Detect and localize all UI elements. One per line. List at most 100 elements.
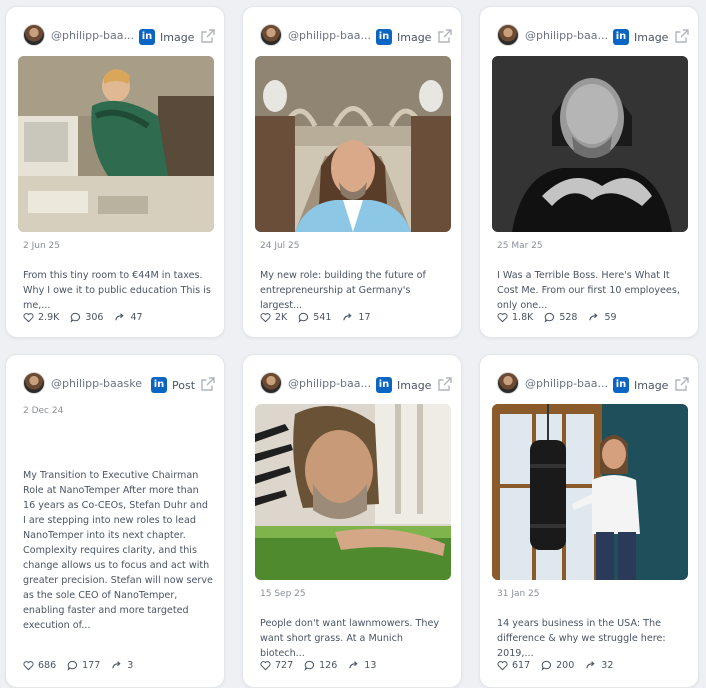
- linkedin-icon: in: [376, 29, 392, 45]
- author-handle[interactable]: @philipp-baa...: [525, 377, 613, 390]
- comment-icon: [298, 312, 309, 323]
- reposts-count: 17: [358, 312, 371, 323]
- linkedin-icon: in: [613, 377, 629, 393]
- heart-icon: [260, 661, 271, 671]
- avatar[interactable]: [260, 24, 282, 46]
- comments-stat: 200: [541, 660, 574, 671]
- post-card[interactable]: @philipp-baa... in Image 25 Mar 25 I Was…: [479, 6, 699, 338]
- post-type-label: Image: [397, 379, 432, 392]
- comment-icon: [541, 660, 552, 671]
- post-excerpt[interactable]: I Was a Terrible Boss. Here's What It Co…: [497, 268, 687, 313]
- post-image[interactable]: [255, 404, 451, 580]
- selfie-in-hall-photo: [255, 56, 451, 232]
- punching-bag-photo: [492, 404, 688, 580]
- post-card[interactable]: @philipp-baa... in Image 15 Sep 25 Peopl…: [242, 354, 462, 688]
- post-card[interactable]: @philipp-baa... in Image 31 Jan 25 14 ye…: [479, 354, 699, 688]
- post-excerpt[interactable]: My Transition to Executive Chairman Role…: [23, 468, 213, 633]
- linkedin-icon: in: [613, 29, 629, 45]
- author-handle[interactable]: @philipp-baa...: [525, 29, 613, 42]
- external-link-icon[interactable]: [674, 376, 690, 392]
- reposts-count: 32: [601, 660, 614, 671]
- comments-count: 126: [319, 660, 338, 671]
- reposts-stat: 3: [111, 660, 133, 671]
- avatar[interactable]: [23, 372, 45, 394]
- card-header: @philipp-baa... in Image: [243, 368, 461, 398]
- avatar[interactable]: [260, 372, 282, 394]
- author-handle[interactable]: @philipp-baa...: [288, 377, 376, 390]
- reposts-stat: 59: [588, 312, 617, 323]
- post-image[interactable]: [492, 404, 688, 580]
- comments-count: 200: [556, 660, 575, 671]
- post-card[interactable]: @philipp-baa... in Image 2 Jun 25 From t…: [5, 6, 225, 338]
- avatar[interactable]: [497, 372, 519, 394]
- likes-stat: 727: [260, 660, 293, 671]
- post-stats: 2.9K 306 47: [23, 312, 154, 323]
- post-stats: 617 200 32: [497, 660, 624, 671]
- avatar[interactable]: [23, 24, 45, 46]
- repost-icon: [589, 313, 599, 321]
- heart-icon: [260, 313, 271, 323]
- post-stats: 727 126 13: [260, 660, 387, 671]
- post-date: 15 Sep 25: [260, 589, 306, 599]
- post-type-label: Image: [634, 379, 669, 392]
- reposts-count: 13: [364, 660, 377, 671]
- likes-count: 2K: [275, 312, 288, 323]
- comment-icon: [544, 312, 555, 323]
- card-header: @philipp-baa... in Image: [480, 368, 698, 398]
- heart-icon: [497, 313, 508, 323]
- author-handle[interactable]: @philipp-baaske: [51, 377, 151, 390]
- likes-count: 2.9K: [38, 312, 60, 323]
- comments-stat: 541: [298, 312, 331, 323]
- post-image[interactable]: [492, 56, 688, 232]
- post-card[interactable]: @philipp-baa... in Image 24 Jul 25 My ne…: [242, 6, 462, 338]
- post-excerpt[interactable]: 14 years business in the USA: The differ…: [497, 616, 687, 661]
- comments-stat: 528: [544, 312, 577, 323]
- external-link-icon[interactable]: [674, 28, 690, 44]
- heart-icon: [23, 661, 34, 671]
- post-stats: 2K 541 17: [260, 312, 382, 323]
- comments-stat: 177: [67, 660, 100, 671]
- post-image[interactable]: [18, 56, 214, 232]
- comment-icon: [70, 312, 81, 323]
- external-link-icon[interactable]: [437, 376, 453, 392]
- post-type-label: Image: [634, 31, 669, 44]
- post-date: 24 Jul 25: [260, 241, 300, 251]
- heart-icon: [497, 661, 508, 671]
- avatar[interactable]: [497, 24, 519, 46]
- linkedin-icon: in: [376, 377, 392, 393]
- child-at-computer-photo: [18, 56, 214, 232]
- author-handle[interactable]: @philipp-baa...: [288, 29, 376, 42]
- post-excerpt[interactable]: People don't want lawnmowers. They want …: [260, 616, 450, 661]
- post-card[interactable]: @philipp-baaske in Post 2 Dec 24 My Tran…: [5, 354, 225, 688]
- repost-icon: [343, 313, 353, 321]
- post-stats: 686 177 3: [23, 660, 144, 671]
- author-handle[interactable]: @philipp-baa...: [51, 29, 139, 42]
- post-date: 25 Mar 25: [497, 241, 543, 251]
- post-image[interactable]: [255, 56, 451, 232]
- likes-stat: 617: [497, 660, 530, 671]
- post-excerpt[interactable]: From this tiny room to €44M in taxes. Wh…: [23, 268, 213, 313]
- reposts-stat: 13: [348, 660, 376, 671]
- reposts-stat: 32: [585, 660, 613, 671]
- likes-count: 686: [38, 660, 57, 671]
- comments-stat: 126: [304, 660, 337, 671]
- likes-count: 1.8K: [512, 312, 534, 323]
- external-link-icon[interactable]: [200, 28, 216, 44]
- comments-count: 541: [313, 312, 332, 323]
- lying-on-grass-photo: [255, 404, 451, 580]
- post-type-label: Image: [160, 31, 195, 44]
- reposts-stat: 17: [342, 312, 371, 323]
- comments-count: 528: [559, 312, 578, 323]
- card-header: @philipp-baa... in Image: [6, 20, 224, 50]
- likes-count: 727: [275, 660, 294, 671]
- external-link-icon[interactable]: [200, 376, 216, 392]
- card-header: @philipp-baa... in Image: [243, 20, 461, 50]
- post-excerpt[interactable]: My new role: building the future of entr…: [260, 268, 450, 313]
- external-link-icon[interactable]: [437, 28, 453, 44]
- comments-count: 177: [82, 660, 101, 671]
- post-stats: 1.8K 528 59: [497, 312, 628, 323]
- reposts-count: 3: [127, 660, 134, 671]
- reposts-stat: 47: [114, 312, 143, 323]
- likes-stat: 2.9K: [23, 312, 59, 323]
- likes-stat: 1.8K: [497, 312, 533, 323]
